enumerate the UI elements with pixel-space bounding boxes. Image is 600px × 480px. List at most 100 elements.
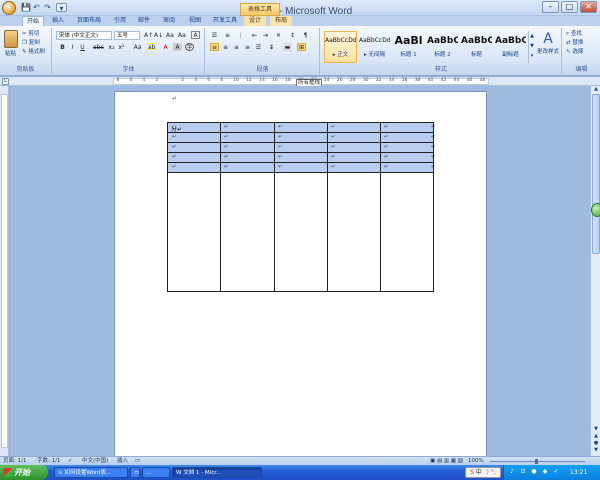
ruler-number: 6: [207, 78, 211, 83]
minimize-button[interactable]: –: [542, 1, 559, 13]
clipboard-group: 粘贴 ✂ 剪切 ❐ 复制 ✎ 格式刷 剪贴板: [0, 28, 52, 74]
style-normal[interactable]: AaBbCcDd ▸ 正文: [324, 31, 357, 63]
paste-button[interactable]: 粘贴: [5, 50, 16, 58]
style-label: ▸ 无间隔: [363, 52, 385, 58]
tab-home[interactable]: 开始: [22, 16, 44, 26]
style-label: 标题: [470, 52, 482, 58]
find-button[interactable]: ⌕ 查找: [566, 30, 582, 38]
row-end-mark: ↵: [431, 144, 436, 150]
highlight-icon[interactable]: ab: [147, 43, 156, 51]
replace-button[interactable]: ⇄ 替换: [566, 39, 583, 47]
tab-view[interactable]: 视图: [184, 16, 206, 26]
format-painter-button[interactable]: ✎ 格式刷: [22, 48, 45, 56]
align-left-icon[interactable]: ≡: [210, 43, 219, 51]
strikethrough-button[interactable]: abc: [92, 43, 104, 51]
cut-button[interactable]: ✂ 剪切: [22, 30, 39, 38]
clear-format-button[interactable]: Aa: [177, 31, 186, 39]
style-label: 标题 2: [434, 52, 451, 58]
style-no-spacing[interactable]: AaBbCcDd ▸ 无间隔: [358, 31, 391, 63]
scroll-thumb[interactable]: [592, 94, 600, 254]
tab-selector-icon[interactable]: L: [2, 78, 9, 85]
zoom-slider-thumb[interactable]: [535, 459, 538, 464]
tab-developer[interactable]: 开发工具: [210, 16, 240, 26]
bullets-icon[interactable]: ☰: [210, 31, 219, 39]
maximize-button[interactable]: □: [561, 1, 578, 13]
paste-icon[interactable]: [4, 30, 18, 48]
show-marks-icon[interactable]: ¶: [301, 31, 310, 39]
table-tools-context-label: 表格工具: [240, 3, 280, 16]
font-size-combo[interactable]: 五号: [114, 31, 140, 40]
scroll-up-icon[interactable]: ▲: [592, 86, 600, 93]
ruler-number: 12: [246, 78, 252, 83]
antivirus-icon[interactable]: ●: [530, 468, 538, 476]
justify-icon[interactable]: ≡: [243, 43, 252, 51]
enclose-char-icon[interactable]: 字: [185, 43, 194, 51]
chinese-layout-icon[interactable]: ✕: [274, 31, 283, 39]
folder-icon: ▭: [134, 470, 140, 476]
task-label: ...: [146, 470, 152, 476]
char-border-icon[interactable]: A: [191, 31, 200, 39]
bold-button[interactable]: B: [58, 43, 67, 51]
copy-button[interactable]: ❐ 复制: [22, 39, 40, 47]
tab-insert[interactable]: 插入: [48, 16, 68, 26]
style-preview: AaBl: [394, 34, 423, 47]
style-heading-2[interactable]: AaBbC 标题 2: [426, 31, 459, 63]
distributed-icon[interactable]: ☰: [254, 43, 263, 51]
increase-indent-icon[interactable]: ⇥: [261, 31, 270, 39]
style-subtitle[interactable]: AaBbC 副标题: [494, 31, 527, 63]
tab-table-design[interactable]: 设计: [244, 16, 266, 26]
safety-icon[interactable]: ✓: [552, 468, 560, 476]
grow-font-button[interactable]: A↑: [143, 31, 153, 39]
ruler-number: 4: [142, 78, 146, 83]
table[interactable]: 分↵ ↵ ↵ ↵ ↵ ↵ ↵ ↵ ↵ ↵ ↵ ↵ ↵ ↵ ↵ ↵ ↵ ↵ ↵ ↵ ↵ ↵ ↵ ↵ ↵ ↵ ↵ ↵ ↵ ↵: [167, 122, 436, 292]
browse-object-icons[interactable]: ▼ ▲ ● ▼: [592, 426, 600, 454]
ime-toolbar[interactable]: S 中 ☽ °,: [465, 467, 501, 478]
cell-end-mark: ↵: [331, 144, 336, 150]
align-right-icon[interactable]: ≡: [232, 43, 241, 51]
numbering-icon[interactable]: ≡: [223, 31, 232, 39]
superscript-button[interactable]: x²: [117, 43, 126, 51]
task-label: 如何设置Word表...: [64, 470, 112, 476]
tab-references[interactable]: 引用: [110, 16, 130, 26]
style-heading-1[interactable]: AaBl 标题 1: [392, 31, 425, 63]
cell-end-mark: ↵: [224, 154, 229, 160]
change-case-icon[interactable]: Aa: [165, 31, 174, 39]
text-effects-icon[interactable]: Aa: [131, 43, 144, 51]
tab-review[interactable]: 审阅: [158, 16, 180, 26]
tab-mailings[interactable]: 邮件: [134, 16, 154, 26]
taskbar-item-browser[interactable]: ⊙ 如何设置Word表...: [54, 467, 128, 478]
tab-page-layout[interactable]: 页面布局: [72, 16, 106, 26]
tab-table-layout[interactable]: 布局: [270, 16, 292, 26]
vertical-ruler[interactable]: [0, 86, 9, 456]
cell-end-mark: ↵: [384, 134, 389, 140]
shrink-font-button[interactable]: A↓: [153, 31, 163, 39]
start-button[interactable]: 开始: [0, 465, 48, 480]
borders-icon[interactable]: ⊞: [297, 43, 306, 51]
speaker-icon[interactable]: ♪: [508, 468, 516, 476]
decrease-indent-icon[interactable]: ⇤: [250, 31, 259, 39]
italic-button[interactable]: I: [68, 43, 77, 51]
underline-button[interactable]: U: [78, 43, 87, 51]
taskbar-item-misc[interactable]: ...: [142, 467, 170, 478]
update-icon[interactable]: ◆: [541, 468, 549, 476]
taskbar-item-word[interactable]: W 文档 1 - Micr...: [172, 467, 262, 478]
align-center-icon[interactable]: ≡: [221, 43, 230, 51]
subscript-button[interactable]: x₂: [107, 43, 116, 51]
styles-scroll-icon[interactable]: ▲ ▼ ▾: [528, 31, 535, 63]
font-color-button[interactable]: A: [161, 43, 170, 51]
floating-green-icon[interactable]: [591, 203, 600, 217]
style-title[interactable]: AaBbC 标题: [460, 31, 493, 63]
multilevel-list-icon[interactable]: ⋮: [236, 31, 245, 39]
select-button[interactable]: ↖ 选择: [566, 48, 583, 56]
network-icon[interactable]: ⊡: [519, 468, 527, 476]
font-name-combo[interactable]: 宋体 (中文正文): [56, 31, 112, 40]
close-button[interactable]: ✕: [580, 1, 597, 13]
shading-icon[interactable]: ▬: [283, 43, 292, 51]
line-spacing-icon[interactable]: ↨: [267, 43, 276, 51]
cell-end-mark: ↵: [331, 154, 336, 160]
vertical-scrollbar[interactable]: ▲ ▼ ▲ ● ▼: [590, 86, 600, 456]
ruler-number: 48: [479, 78, 486, 83]
char-shading-icon[interactable]: A: [173, 43, 182, 51]
paragraph-group: ☰ ≡ ⋮ ⇤ ⇥ ✕ ↕ ¶ ≡ ≡ ≡ ≡ ☰ ↨ ▬ ⊞ 段落: [206, 28, 320, 74]
sort-icon[interactable]: ↕: [288, 31, 297, 39]
